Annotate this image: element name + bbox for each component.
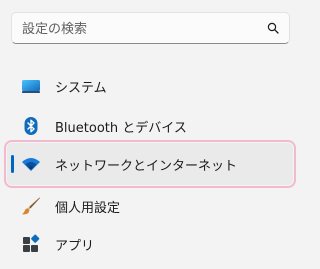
paintbrush-icon (22, 197, 40, 215)
nav-item-label: ネットワークとインターネット (55, 159, 238, 174)
system-display-icon (22, 80, 40, 93)
bluetooth-icon (24, 117, 38, 135)
nav-item-system[interactable]: システム (7, 65, 293, 107)
selection-indicator (11, 155, 14, 173)
wifi-icon (22, 158, 40, 171)
search-box[interactable] (11, 12, 290, 44)
nav-item-label: Bluetooth とデバイス (55, 121, 187, 136)
search-input[interactable] (22, 19, 252, 39)
nav-item-label: アプリ (55, 239, 95, 254)
nav-item-network-internet[interactable]: ネットワークとインターネット (4, 140, 296, 188)
nav-item-label: 個人用設定 (55, 201, 121, 216)
nav-item-bluetooth-devices[interactable]: Bluetooth とデバイス (7, 105, 293, 147)
apps-icon (23, 234, 40, 252)
search-icon[interactable] (267, 22, 279, 34)
nav-item-personalization[interactable]: 個人用設定 (7, 185, 293, 227)
nav-item-apps[interactable]: アプリ (7, 223, 293, 265)
nav-item-label: システム (55, 81, 107, 96)
settings-navigation-pane: システム Bluetooth とデバイス ネットワークとインターネット 個人用設… (0, 0, 308, 269)
